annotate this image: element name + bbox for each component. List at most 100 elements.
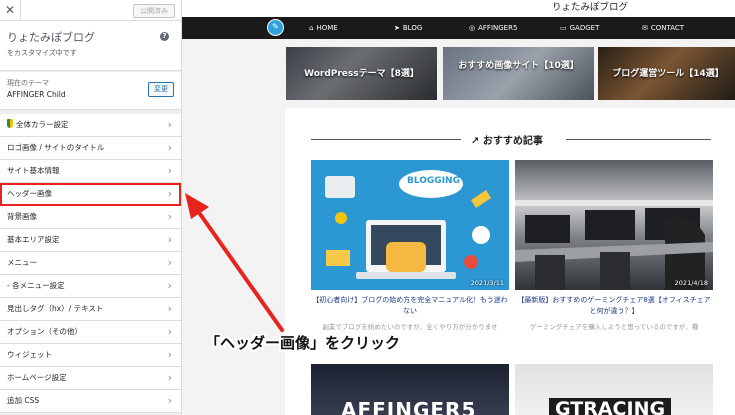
menu-item-label: 追加 CSS bbox=[7, 396, 40, 405]
trend-icon: ↗ bbox=[471, 136, 483, 147]
chevron-right-icon: › bbox=[167, 256, 172, 269]
chevron-right-icon: › bbox=[167, 210, 172, 223]
article-card[interactable]: 2021/4/18 【最新版】おすすめのゲーミングチェア8選【オフィスチェアと何… bbox=[515, 160, 713, 331]
chevron-right-icon: › bbox=[167, 348, 172, 361]
chevron-right-icon: › bbox=[167, 325, 172, 338]
menu-item-label: ヘッダー画像 bbox=[7, 189, 52, 198]
nav-contact[interactable]: ✉ CONTACT bbox=[642, 17, 684, 39]
chevron-right-icon: › bbox=[167, 187, 172, 200]
edit-pencil-icon[interactable]: ✎ bbox=[267, 19, 284, 36]
thumbnail-text: GTRACING bbox=[549, 398, 672, 415]
menu-item-label: サイト基本情報 bbox=[7, 166, 60, 175]
site-name: りょたみぽブログ bbox=[7, 31, 95, 44]
nav-label: CONTACT bbox=[650, 24, 685, 32]
chevron-right-icon: › bbox=[167, 118, 172, 131]
menu-item-label: ホームページ設定 bbox=[7, 373, 67, 382]
article-title[interactable]: 【初心者向け】ブログの始め方を完全マニュアル化！もう迷わない bbox=[311, 295, 509, 317]
divider bbox=[566, 139, 711, 140]
menu-item-options[interactable]: オプション（その他） › bbox=[0, 321, 181, 344]
menu-item-menus[interactable]: メニュー › bbox=[0, 252, 181, 275]
menu-item-label: 全体カラー設定 bbox=[16, 120, 69, 129]
menu-item-label: 基本エリア設定 bbox=[7, 235, 60, 244]
menu-item-label: - 各メニュー設定 bbox=[7, 281, 65, 290]
section-title-text: おすすめ記事 bbox=[482, 136, 543, 147]
menu-item-basic-area[interactable]: 基本エリア設定 › bbox=[0, 229, 181, 252]
nav-label: HOME bbox=[316, 24, 338, 32]
mail-icon: ✉ bbox=[642, 24, 648, 32]
menu-item-label: オプション（その他） bbox=[7, 327, 82, 336]
nav-gadget[interactable]: ▭ GADGET bbox=[560, 17, 599, 39]
nav-affinger5[interactable]: ◎ AFFINGER5 bbox=[469, 17, 517, 39]
change-theme-button[interactable]: 変更 bbox=[148, 82, 174, 97]
thumbnail-text: AFFINGER5 bbox=[341, 398, 477, 415]
nav-home[interactable]: ⌂ HOME bbox=[309, 17, 338, 39]
menu-item-headings[interactable]: 見出しタグ（hx）/ テキスト › bbox=[0, 298, 181, 321]
article-thumbnail[interactable]: GTRACING bbox=[515, 364, 713, 415]
site-title[interactable]: りょたみぽブログ bbox=[552, 0, 628, 16]
chevron-right-icon: › bbox=[167, 279, 172, 292]
chevron-right-icon: › bbox=[167, 233, 172, 246]
section-title: ↗ おすすめ記事 bbox=[471, 132, 543, 147]
wordpress-icon: ◎ bbox=[469, 24, 476, 32]
menu-item-additional-css[interactable]: 追加 CSS › bbox=[0, 390, 181, 413]
customizer-info: りょたみぽブログ をカスタマイズ中です ? bbox=[0, 21, 181, 71]
article-thumbnail[interactable]: BLOGGING 2021/3/11 bbox=[311, 160, 509, 290]
thumbnail-text: BLOGGING bbox=[407, 176, 460, 186]
help-icon[interactable]: ? bbox=[160, 32, 169, 41]
nav-blog[interactable]: ➤ BLOG bbox=[394, 17, 422, 39]
customizer-sidebar: ✕ 公開済み りょたみぽブログ をカスタマイズ中です ? 現在のテーマ AFFI… bbox=[0, 0, 182, 415]
chevron-right-icon: › bbox=[167, 394, 172, 407]
menu-item-header-image[interactable]: ヘッダー画像 › bbox=[0, 183, 181, 206]
chevron-right-icon: › bbox=[167, 302, 172, 315]
site-title-bar: りょたみぽブログ bbox=[182, 0, 735, 17]
article-card[interactable]: BLOGGING 2021/3/11 【初心者向け】ブログの始め方を完全マニュア… bbox=[311, 160, 509, 331]
featured-card[interactable]: おすすめ画像サイト【10選】 bbox=[443, 47, 594, 100]
featured-card-label: ブログ運営ツール【14選】 bbox=[612, 69, 724, 79]
menu-item-label: 見出しタグ（hx）/ テキスト bbox=[7, 304, 104, 313]
home-icon: ⌂ bbox=[309, 24, 314, 32]
article-excerpt: 副業でブログを始めたいのですが、全くやり方が分かりませ bbox=[322, 323, 498, 331]
menu-item-each-menu[interactable]: - 各メニュー設定 › bbox=[0, 275, 181, 298]
menu-item-label: 背景画像 bbox=[7, 212, 37, 221]
customizer-topbar: ✕ 公開済み bbox=[0, 0, 181, 21]
gamepad-icon: ▭ bbox=[560, 24, 567, 32]
menu-item-label: メニュー bbox=[7, 258, 37, 267]
divider bbox=[311, 139, 461, 140]
article-date: 2021/3/11 bbox=[470, 279, 504, 287]
article-thumbnail[interactable]: 2021/4/18 bbox=[515, 160, 713, 290]
nav-label: BLOG bbox=[402, 24, 423, 32]
featured-card-label: WordPressテーマ【8選】 bbox=[304, 69, 419, 79]
gaming-room-photo bbox=[515, 200, 713, 290]
featured-card-label: おすすめ画像サイト【10選】 bbox=[458, 61, 579, 71]
customizing-text: をカスタマイズ中です bbox=[7, 49, 77, 57]
menu-item-logo-title[interactable]: ロゴ画像 / サイトのタイトル › bbox=[0, 137, 181, 160]
send-icon: ➤ bbox=[394, 24, 400, 32]
publish-button[interactable]: 公開済み bbox=[133, 4, 175, 18]
customizer-menu: 全体カラー設定 › ロゴ画像 / サイトのタイトル › サイト基本情報 › ヘッダー画… bbox=[0, 114, 181, 413]
menu-item-label: ロゴ画像 / サイトのタイトル bbox=[7, 143, 105, 152]
menu-item-label: ウィジェット bbox=[7, 350, 52, 359]
article-date: 2021/4/18 bbox=[674, 279, 708, 287]
chevron-right-icon: › bbox=[167, 164, 172, 177]
chevron-right-icon: › bbox=[167, 141, 172, 154]
nav-label: GADGET bbox=[569, 24, 600, 32]
chevron-right-icon: › bbox=[167, 371, 172, 384]
global-nav: ✎ ⌂ HOME ➤ BLOG ◎ AFFINGER5 ▭ GADGET ✉ CONTAC… bbox=[182, 17, 735, 39]
menu-item-site-info[interactable]: サイト基本情報 › bbox=[0, 160, 181, 183]
article-excerpt: ゲーミングチェアを購入しようと思っているのですが、種 bbox=[529, 323, 699, 331]
menu-item-color-settings[interactable]: 全体カラー設定 › bbox=[0, 114, 181, 137]
close-icon[interactable]: ✕ bbox=[0, 0, 21, 21]
featured-card[interactable]: WordPressテーマ【8選】 bbox=[286, 47, 437, 100]
main-content: ↗ おすすめ記事 BLOGGING 2021/3/11 【初心者向け】ブログの始… bbox=[285, 108, 735, 415]
featured-card[interactable]: ブログ運営ツール【14選】 bbox=[598, 47, 735, 100]
shield-icon bbox=[7, 119, 13, 128]
nav-label: AFFINGER5 bbox=[478, 24, 518, 32]
section-heading: ↗ おすすめ記事 bbox=[311, 132, 711, 147]
menu-item-homepage[interactable]: ホームページ設定 › bbox=[0, 367, 181, 390]
current-theme-panel: 現在のテーマ AFFINGER Child 変更 bbox=[0, 72, 181, 110]
article-thumbnail[interactable]: AFFINGER5 bbox=[311, 364, 509, 415]
article-title[interactable]: 【最新版】おすすめのゲーミングチェア8選【オフィスチェアと何が違う？】 bbox=[515, 295, 713, 317]
menu-item-background-image[interactable]: 背景画像 › bbox=[0, 206, 181, 229]
menu-item-widgets[interactable]: ウィジェット › bbox=[0, 344, 181, 367]
annotation-text: 「ヘッダー画像」をクリック bbox=[205, 334, 401, 352]
